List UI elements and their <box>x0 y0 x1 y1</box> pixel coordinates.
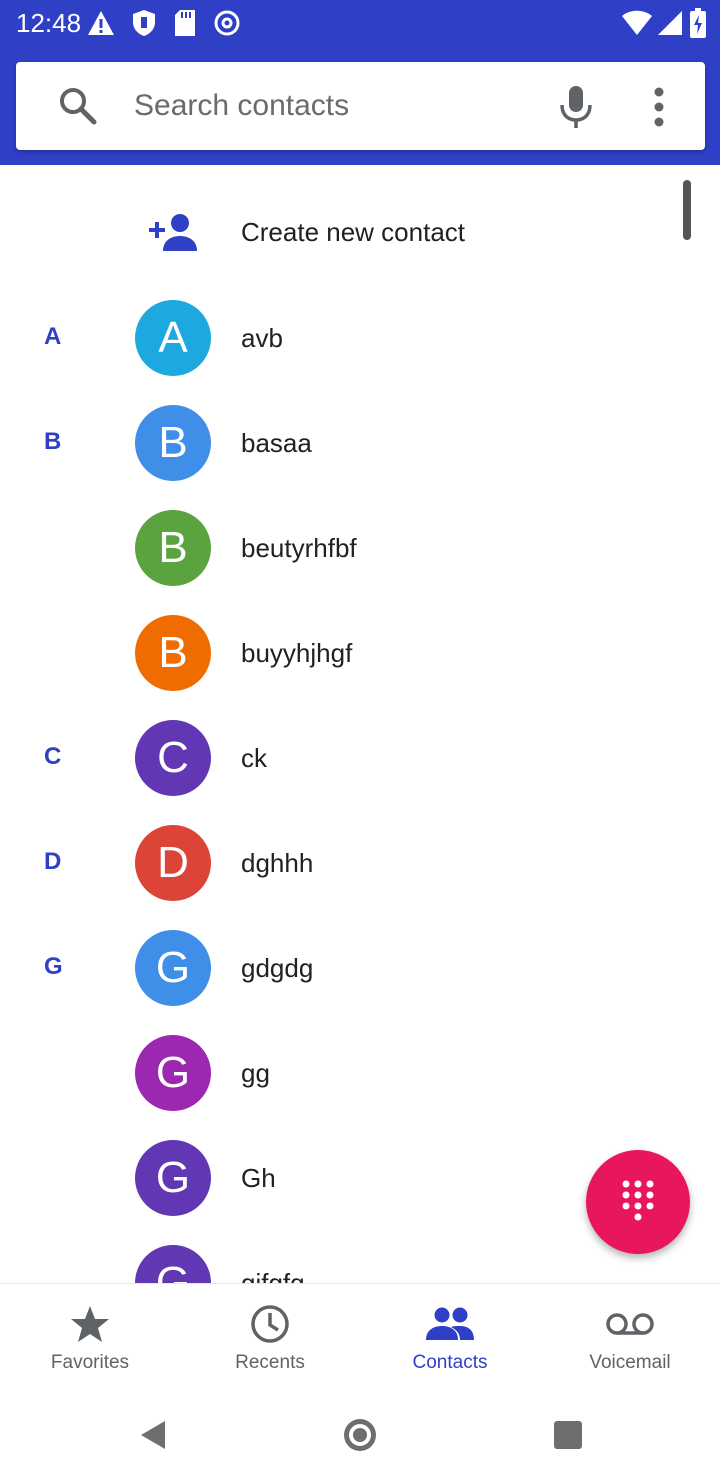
section-letter: C <box>44 743 62 770</box>
contact-row[interactable]: D D dghhh <box>0 810 720 915</box>
avatar: B <box>135 510 211 586</box>
alert-icon <box>86 6 116 40</box>
contact-name: avb <box>241 323 283 353</box>
tab-label: Voicemail <box>589 1352 671 1373</box>
avatar: B <box>135 615 211 691</box>
contact-row[interactable]: B beutyrhfbf <box>0 495 720 600</box>
search-bar[interactable] <box>16 62 705 150</box>
avatar: G <box>135 1245 211 1283</box>
dialpad-icon <box>620 1178 656 1227</box>
microphone-icon[interactable] <box>551 80 601 132</box>
search-icon[interactable] <box>56 84 100 128</box>
status-bar: 12:48 <box>0 0 720 48</box>
contact-row[interactable]: B B basaa <box>0 390 720 495</box>
section-letter: A <box>44 323 62 350</box>
avatar: G <box>135 1140 211 1216</box>
more-options-icon[interactable] <box>641 82 677 132</box>
search-input[interactable] <box>134 78 544 134</box>
contact-row[interactable]: B buyyhjhgf <box>0 600 720 705</box>
sync-icon <box>212 6 242 40</box>
sd-card-icon <box>172 6 198 40</box>
back-icon[interactable] <box>130 1413 174 1457</box>
contact-row[interactable]: C C ck <box>0 705 720 810</box>
tab-recents[interactable]: Recents <box>180 1284 360 1392</box>
section-letter: B <box>44 428 62 455</box>
tab-label: Recents <box>235 1352 305 1373</box>
create-new-contact-label: Create new contact <box>241 217 466 247</box>
contact-name: buyyhjhgf <box>241 638 353 668</box>
scrollbar-thumb[interactable] <box>683 180 691 240</box>
contact-name: basaa <box>241 428 312 458</box>
add-person-icon <box>146 211 202 255</box>
tab-label: Favorites <box>50 1352 130 1373</box>
shield-icon <box>130 6 158 40</box>
avatar: D <box>135 825 211 901</box>
contact-name: gg <box>241 1058 270 1088</box>
contact-row[interactable]: G gg <box>0 1020 720 1125</box>
section-letter: G <box>44 953 63 980</box>
people-icon <box>418 1302 482 1346</box>
tab-favorites[interactable]: Favorites <box>0 1284 180 1392</box>
contact-row[interactable]: A A avb <box>0 285 720 390</box>
tab-label: Contacts <box>412 1352 488 1373</box>
avatar: G <box>135 1035 211 1111</box>
contact-name: dghhh <box>241 848 314 878</box>
tab-contacts[interactable]: Contacts <box>360 1284 540 1392</box>
contacts-list[interactable]: Create new contact A A avb B B basaa B b… <box>0 165 720 1283</box>
contact-name: gdgdg <box>241 953 314 983</box>
recent-apps-icon[interactable] <box>546 1413 590 1457</box>
star-icon <box>58 1302 122 1346</box>
contact-row[interactable]: G G gdgdg <box>0 915 720 1020</box>
wifi-icon <box>620 6 654 40</box>
system-navigation-bar <box>0 1391 720 1480</box>
create-new-contact-button[interactable]: Create new contact <box>0 185 720 281</box>
app-header: 12:48 <box>0 0 720 165</box>
voicemail-icon <box>598 1302 662 1346</box>
avatar: A <box>135 300 211 376</box>
battery-charging-icon <box>688 6 708 40</box>
tab-voicemail[interactable]: Voicemail <box>540 1284 720 1392</box>
avatar: B <box>135 405 211 481</box>
status-time: 12:48 <box>16 8 82 38</box>
section-letter: D <box>44 848 62 875</box>
home-icon[interactable] <box>338 1413 382 1457</box>
dialpad-button[interactable] <box>586 1150 690 1254</box>
signal-icon <box>656 6 684 40</box>
clock-icon <box>238 1302 302 1346</box>
contact-name: gjfgfg <box>241 1268 305 1283</box>
contact-name: Gh <box>241 1163 276 1193</box>
bottom-navigation: Favorites Recents Contacts Voicemail <box>0 1283 720 1391</box>
contact-name: beutyrhfbf <box>241 533 357 563</box>
contact-name: ck <box>241 743 267 773</box>
avatar: G <box>135 930 211 1006</box>
avatar: C <box>135 720 211 796</box>
